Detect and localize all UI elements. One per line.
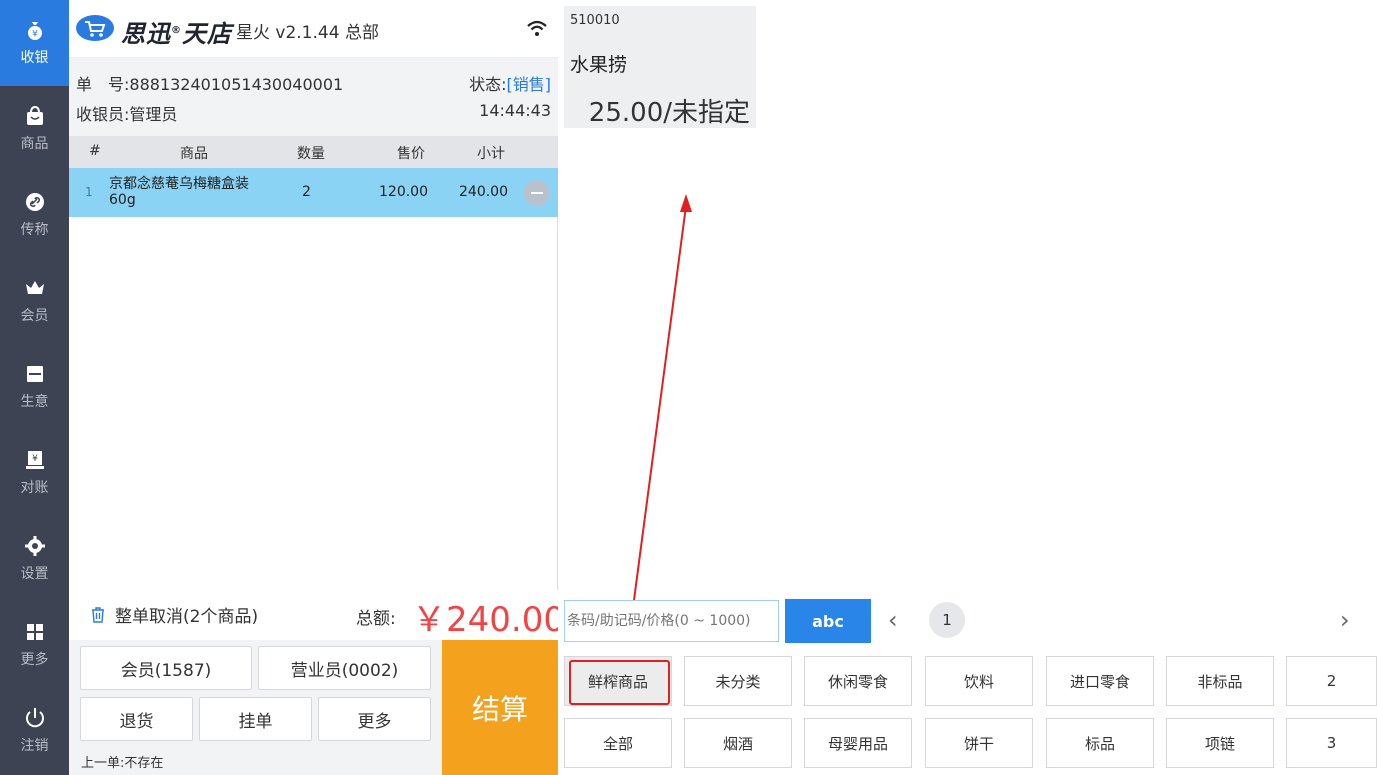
row-subtotal: 240.00	[459, 184, 508, 200]
nav-label: 注销	[20, 738, 49, 754]
product-card[interactable]: 510010 水果捞 25.00/未指定	[564, 6, 756, 128]
crown-icon	[24, 277, 46, 299]
minus-icon	[531, 192, 543, 194]
col-subtotal: 小计	[477, 146, 505, 162]
total-label: 总额:	[356, 609, 396, 629]
nav-label: 传称	[20, 222, 49, 238]
app-version: 星火 v2.1.44 总部	[236, 23, 379, 43]
brand-bar: 思迅®天店 星火 v2.1.44 总部	[69, 0, 558, 58]
category-button[interactable]: 母婴用品	[804, 718, 912, 768]
prev-page-button[interactable]: ‹	[888, 606, 898, 634]
brand-name: 思迅®天店	[121, 20, 232, 48]
row-qty: 2	[302, 184, 311, 200]
category-button[interactable]: 休闲零食	[804, 656, 912, 706]
order-time: 14:44:43	[479, 101, 551, 120]
row-index: 1	[85, 185, 93, 199]
nav-label: 收银	[20, 50, 49, 66]
nav-item-checkout[interactable]: ¥ 收银	[0, 0, 69, 86]
category-button[interactable]: 饼干	[925, 718, 1033, 768]
nav-label: 生意	[20, 394, 49, 410]
category-button[interactable]: 烟酒	[684, 718, 792, 768]
checkout-button[interactable]: 结算	[442, 640, 558, 775]
nav-label: 设置	[20, 566, 49, 582]
nav-label: 更多	[20, 652, 49, 668]
more-button[interactable]: 更多	[318, 697, 431, 741]
nav-item-logout[interactable]: 注销	[0, 688, 69, 774]
link-icon	[24, 191, 46, 213]
report-icon: ¥	[24, 449, 46, 471]
search-input[interactable]	[564, 600, 779, 642]
cancel-all-button[interactable]: 整单取消(2个商品)	[89, 602, 258, 627]
nav-item-business[interactable]: 生意	[0, 344, 69, 430]
product-name: 水果捞	[570, 54, 628, 76]
nav-item-reconcile[interactable]: ¥ 对账	[0, 430, 69, 516]
category-button[interactable]: 全部	[564, 718, 672, 768]
col-price: 售价	[397, 146, 425, 162]
category-button[interactable]: 标品	[1046, 718, 1154, 768]
table-row[interactable]: 1 京都念慈菴乌梅糖盒装60g 2 120.00 240.00	[69, 168, 558, 217]
category-button[interactable]: 项链	[1166, 718, 1274, 768]
hold-order-button[interactable]: 挂单	[199, 697, 312, 741]
left-nav: ¥ 收银 商品 传称 会员 生意 ¥ 对账 设置 更多 注销	[0, 0, 69, 775]
shopping-bag-icon	[24, 105, 46, 127]
trash-icon	[92, 606, 104, 623]
order-number: 单 号:888132401051430040001	[76, 75, 344, 94]
order-status: 状态:[销售]	[469, 75, 551, 94]
action-area: 会员(1587) 营业员(0002) 退货 挂单 更多 上一单:不存在	[69, 640, 442, 775]
order-info: 单 号:888132401051430040001 状态:[销售] 收银员:管理…	[69, 58, 558, 136]
category-button[interactable]: 进口零食	[1046, 656, 1154, 706]
printer-icon	[24, 363, 46, 385]
grid-icon	[24, 621, 46, 643]
category-button[interactable]: 未分类	[684, 656, 792, 706]
svg-text:¥: ¥	[32, 30, 38, 40]
last-order-info: 上一单:不存在	[81, 756, 164, 771]
wifi-icon	[527, 20, 547, 36]
cart-logo-icon	[76, 15, 114, 41]
order-panel: 思迅®天店 星火 v2.1.44 总部 单 号:8881324010514300…	[69, 0, 565, 775]
col-product: 商品	[180, 146, 208, 162]
category-button[interactable]: 鲜榨商品	[564, 656, 672, 706]
total-amount: ￥240.00	[412, 600, 565, 640]
row-price: 120.00	[379, 184, 428, 200]
category-button[interactable]: 非标品	[1166, 656, 1274, 706]
product-code: 510010	[570, 13, 620, 28]
nav-item-scale[interactable]: 传称	[0, 172, 69, 258]
category-page-button[interactable]: 3	[1286, 718, 1377, 768]
category-page-button[interactable]: 2	[1286, 656, 1377, 706]
refund-button[interactable]: 退货	[80, 697, 193, 741]
abc-keyboard-button[interactable]: abc	[785, 599, 871, 643]
remove-item-button[interactable]	[524, 180, 550, 206]
nav-label: 会员	[20, 308, 49, 324]
nav-label: 商品	[20, 136, 49, 152]
nav-item-products[interactable]: 商品	[0, 86, 69, 172]
page-number[interactable]: 1	[929, 602, 965, 638]
nav-label: 对账	[20, 480, 49, 496]
power-icon	[24, 707, 46, 729]
next-page-button[interactable]: ›	[1340, 606, 1350, 634]
table-header: # 商品 数量 售价 小计	[69, 136, 558, 168]
money-bag-icon: ¥	[24, 19, 46, 41]
svg-text:¥: ¥	[32, 454, 38, 464]
cancel-all-label: 整单取消(2个商品)	[115, 607, 259, 627]
cashier: 收银员:管理员	[76, 105, 178, 124]
nav-item-more[interactable]: 更多	[0, 602, 69, 688]
col-qty: 数量	[297, 146, 325, 162]
col-index: #	[89, 143, 101, 159]
product-price: 25.00/未指定	[588, 98, 750, 128]
gear-icon	[24, 535, 46, 557]
category-button[interactable]: 饮料	[925, 656, 1033, 706]
product-area: 510010 水果捞 25.00/未指定 abc ‹ 1 › 鲜榨商品 未分类 …	[558, 0, 1377, 775]
order-number-row: 单 号:888132401051430040001 状态:[销售]	[76, 71, 551, 95]
salesperson-button[interactable]: 营业员(0002)	[258, 646, 431, 690]
nav-item-settings[interactable]: 设置	[0, 516, 69, 602]
cashier-row: 收银员:管理员 14:44:43	[76, 101, 551, 125]
member-button[interactable]: 会员(1587)	[80, 646, 252, 690]
order-summary: 整单取消(2个商品) 总额: ￥240.00	[69, 590, 565, 640]
nav-item-member[interactable]: 会员	[0, 258, 69, 344]
row-product: 京都念慈菴乌梅糖盒装60g	[109, 176, 249, 208]
